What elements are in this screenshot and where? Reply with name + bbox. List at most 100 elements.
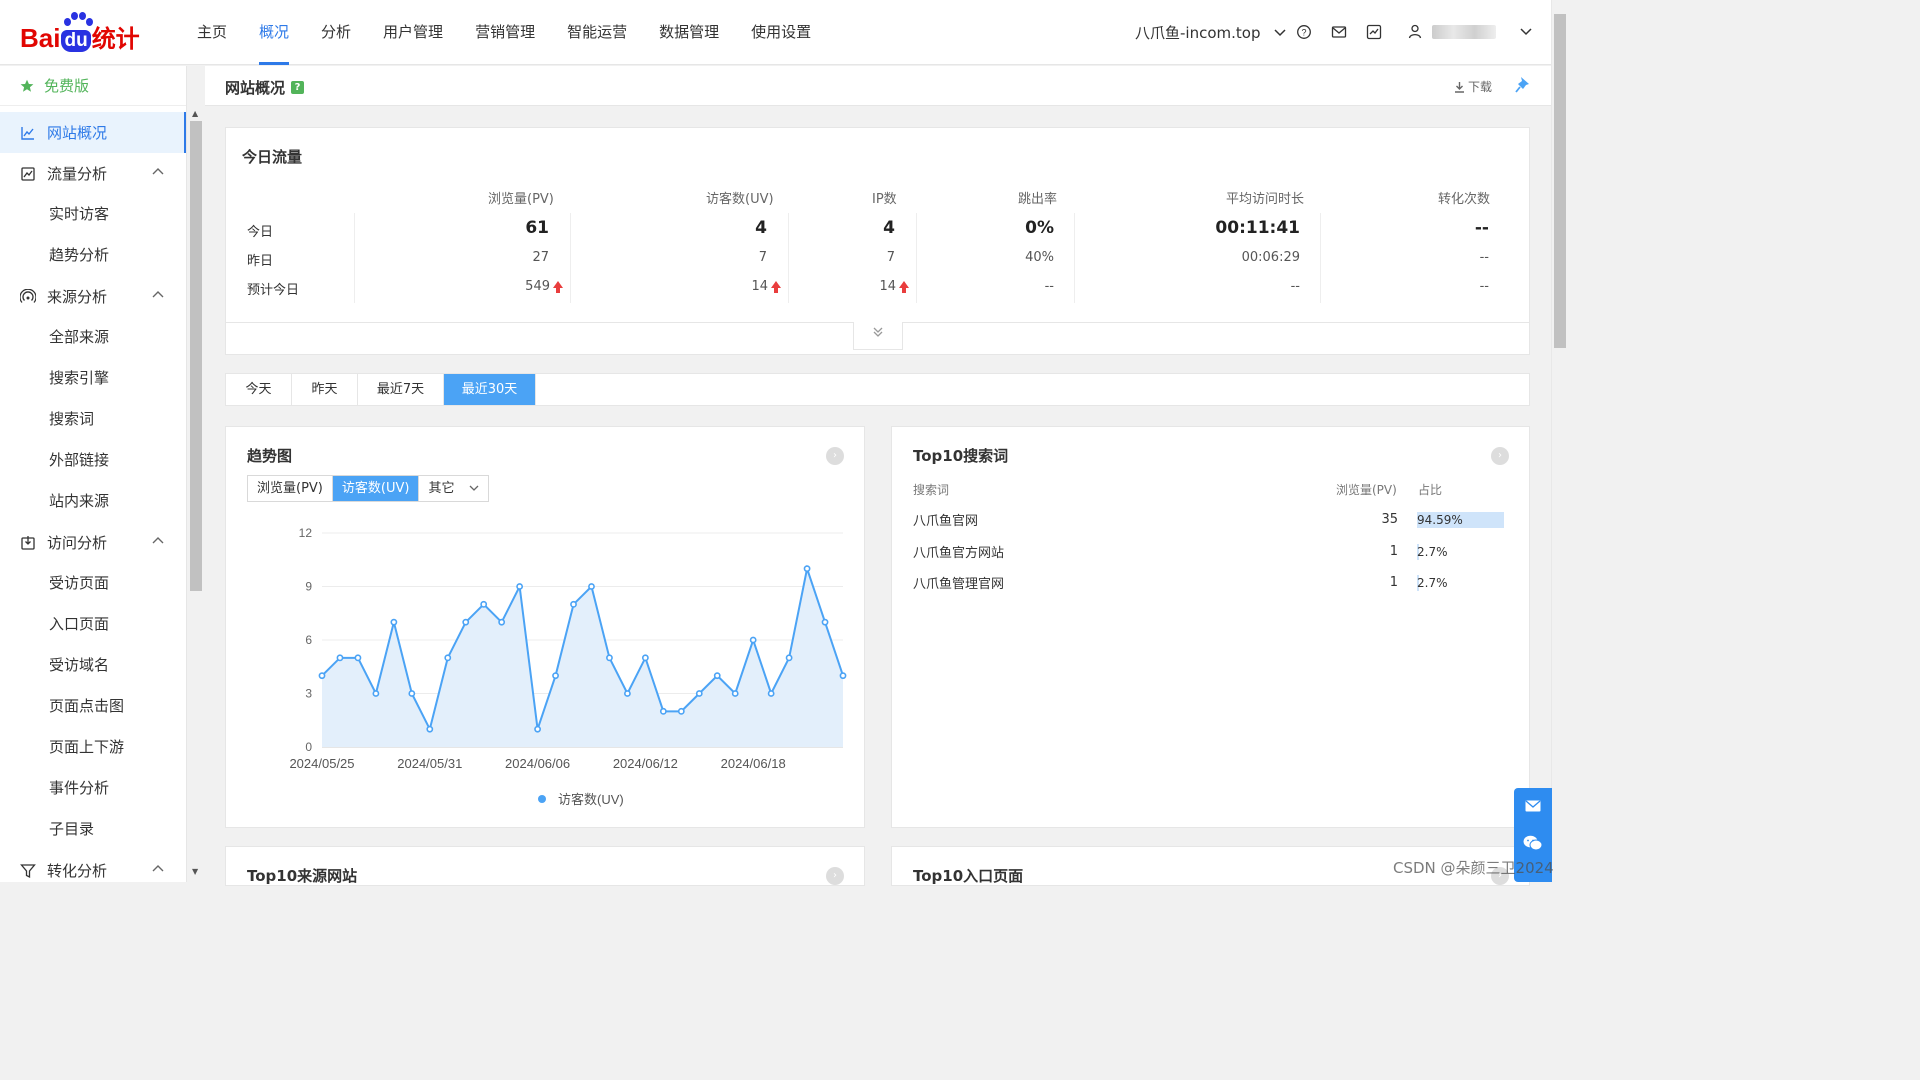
tab-last-7-days[interactable]: 最近7天 bbox=[358, 374, 444, 405]
data-point bbox=[588, 583, 595, 590]
data-point bbox=[318, 672, 326, 680]
search-word-link[interactable]: 八爪鱼官方网站 bbox=[913, 542, 1004, 561]
top-icon-group: ? bbox=[1296, 24, 1382, 40]
page-title: 网站概况 ? bbox=[225, 77, 305, 98]
sidebar-item-page-flow[interactable]: 页面上下游 bbox=[0, 727, 186, 768]
x-tick-label: 2024/06/18 bbox=[721, 756, 786, 771]
row-label-forecast: 预计今日 bbox=[247, 283, 300, 298]
up-arrow-icon bbox=[899, 281, 909, 293]
sidebar-item-trend[interactable]: 趋势分析 bbox=[0, 235, 186, 276]
expand-button[interactable] bbox=[853, 322, 903, 350]
tab-last-30-days[interactable]: 最近30天 bbox=[444, 374, 536, 405]
download-icon bbox=[1455, 81, 1464, 93]
tab-yesterday[interactable]: 昨天 bbox=[292, 374, 358, 405]
help-badge[interactable]: ? bbox=[291, 81, 305, 94]
sidebar-item-entry-pages[interactable]: 入口页面 bbox=[0, 604, 186, 645]
nav-overview[interactable]: 概况 bbox=[259, 0, 290, 65]
download-button[interactable]: 下载 bbox=[1454, 78, 1492, 95]
watermark: CSDN @朵颜三卫2024 bbox=[1393, 859, 1554, 877]
today-duration: 00:11:41 bbox=[1215, 218, 1300, 238]
today-uv: 4 bbox=[755, 218, 767, 238]
search-word-pv: 1 bbox=[1389, 575, 1398, 590]
data-point bbox=[408, 690, 416, 697]
chevron-down-icon bbox=[1274, 28, 1287, 36]
user-icon bbox=[1408, 24, 1422, 39]
mail-icon[interactable] bbox=[1331, 24, 1347, 40]
sidebar-item-subdirectory[interactable]: 子目录 bbox=[0, 809, 186, 850]
sidebar-item-all-sources[interactable]: 全部来源 bbox=[0, 317, 186, 358]
sidebar-item-search-words[interactable]: 搜索词 bbox=[0, 399, 186, 440]
page-scroll-thumb[interactable] bbox=[1554, 14, 1566, 348]
tab-today[interactable]: 今天 bbox=[226, 374, 292, 405]
card-title: 今日流量 bbox=[242, 148, 303, 166]
line-chart-icon bbox=[21, 126, 34, 140]
data-point bbox=[336, 654, 344, 662]
col-header-bounce: 跳出率 bbox=[1018, 192, 1058, 207]
yesterday-bounce: 40% bbox=[1025, 250, 1054, 265]
nav-analysis[interactable]: 分析 bbox=[321, 0, 351, 65]
x-tick-label: 2024/06/06 bbox=[505, 756, 570, 771]
nav-data-management[interactable]: 数据管理 bbox=[659, 0, 719, 65]
sidebar-item-external-links[interactable]: 外部链接 bbox=[0, 440, 186, 481]
nav-marketing[interactable]: 营销管理 bbox=[475, 0, 535, 65]
data-point bbox=[677, 707, 685, 715]
sidebar-item-traffic[interactable]: 流量分析 bbox=[0, 153, 186, 194]
sidebar-item-search-engine[interactable]: 搜索引擎 bbox=[0, 358, 186, 399]
user-menu[interactable] bbox=[1408, 24, 1532, 39]
col-header-pv: 浏览量(PV) bbox=[488, 192, 554, 207]
sidebar-item-label: 网站概况 bbox=[47, 124, 108, 142]
sidebar-scrollbar[interactable]: ▲ ▼ bbox=[188, 107, 204, 882]
mail-icon[interactable] bbox=[1525, 800, 1541, 812]
sidebar-item-visit[interactable]: 访问分析 bbox=[0, 522, 186, 563]
arrow-right-icon[interactable]: › bbox=[826, 867, 844, 885]
nav-settings[interactable]: 使用设置 bbox=[751, 0, 811, 65]
nav-user-management[interactable]: 用户管理 bbox=[383, 0, 443, 65]
site-selector[interactable]: 八爪鱼-incom.top bbox=[1135, 22, 1287, 43]
help-icon[interactable]: ? bbox=[1296, 24, 1312, 40]
sidebar-item-realtime[interactable]: 实时访客 bbox=[0, 194, 186, 235]
nav-smart-ops[interactable]: 智能运营 bbox=[567, 0, 627, 65]
sidebar-item-click-map[interactable]: 页面点击图 bbox=[0, 686, 186, 727]
legend-label: 访客数(UV) bbox=[558, 792, 624, 807]
sidebar-item-label: 访问分析 bbox=[47, 534, 108, 552]
forecast-pv: 549 bbox=[525, 279, 563, 294]
pin-icon[interactable] bbox=[1515, 76, 1531, 94]
sidebar-item-source[interactable]: 来源分析 bbox=[0, 276, 186, 317]
sidebar-scroll-thumb[interactable] bbox=[190, 121, 202, 591]
search-word-link[interactable]: 八爪鱼官网 bbox=[913, 510, 978, 529]
sidebar-item-internal-source[interactable]: 站内来源 bbox=[0, 481, 186, 522]
sidebar-item-events[interactable]: 事件分析 bbox=[0, 768, 186, 809]
today-ip: 4 bbox=[883, 218, 895, 238]
yesterday-pv: 27 bbox=[532, 250, 549, 265]
chevron-up-icon bbox=[152, 291, 164, 298]
col-header-pv: 浏览量(PV) bbox=[1336, 483, 1397, 497]
arrow-right-icon[interactable]: › bbox=[1491, 447, 1509, 465]
scroll-up-arrow[interactable]: ▲ bbox=[192, 109, 198, 118]
data-point bbox=[713, 672, 721, 680]
data-point bbox=[767, 690, 775, 697]
data-point bbox=[462, 618, 470, 626]
logo-tongji: 统计 bbox=[91, 26, 140, 53]
col-header-ip: IP数 bbox=[872, 192, 897, 207]
report-icon[interactable] bbox=[1366, 24, 1382, 40]
chevron-up-icon bbox=[152, 865, 164, 872]
sidebar-item-domains[interactable]: 受访域名 bbox=[0, 645, 186, 686]
sidebar-item-overview[interactable]: 网站概况 bbox=[0, 112, 186, 153]
search-word-link[interactable]: 八爪鱼管理官网 bbox=[913, 573, 1004, 592]
page-header: 网站概况 ? 下载 bbox=[205, 66, 1551, 106]
scroll-down-arrow[interactable]: ▼ bbox=[192, 867, 198, 876]
data-point bbox=[390, 618, 398, 626]
edition-badge[interactable]: 免费版 bbox=[0, 66, 186, 106]
sidebar-item-visited-pages[interactable]: 受访页面 bbox=[0, 563, 186, 604]
page-scrollbar[interactable] bbox=[1551, 0, 1568, 882]
signal-icon bbox=[20, 288, 36, 303]
data-point bbox=[749, 636, 757, 644]
nav-home[interactable]: 主页 bbox=[197, 0, 227, 65]
sidebar-item-conversion[interactable]: 转化分析 bbox=[0, 850, 186, 882]
period-tabs: 今天 昨天 最近7天 最近30天 bbox=[225, 373, 1530, 406]
yesterday-ip: 7 bbox=[886, 250, 895, 265]
search-word-pv: 1 bbox=[1389, 544, 1398, 559]
sidebar-item-label: 转化分析 bbox=[47, 862, 108, 880]
top10-search-words-card: Top10搜索词 › 搜索词 浏览量(PV) 占比 八爪鱼官网 35 94.59… bbox=[891, 426, 1530, 828]
wechat-icon[interactable] bbox=[1523, 835, 1543, 851]
